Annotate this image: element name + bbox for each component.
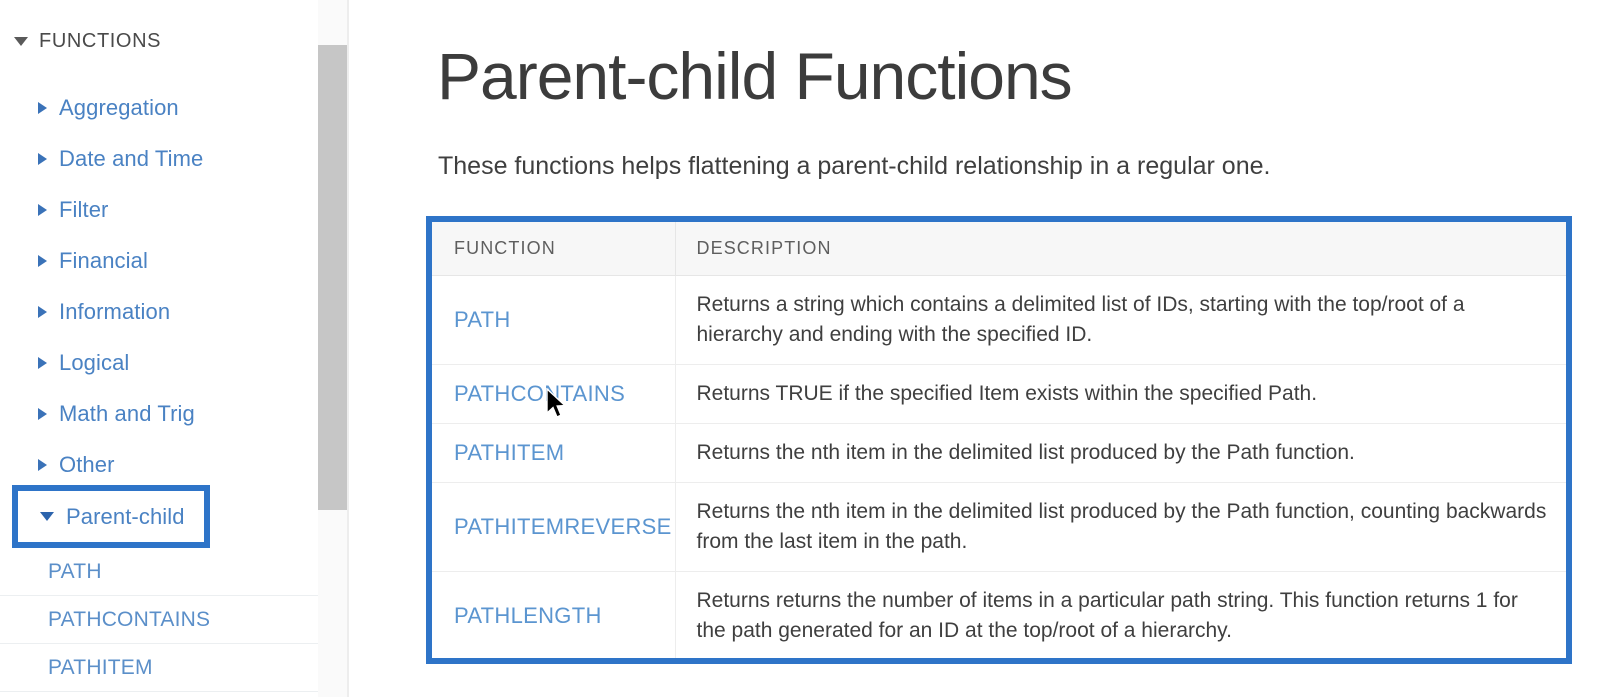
sidebar-item-math-and-trig[interactable]: Math and Trig bbox=[0, 388, 318, 439]
sidebar-item-label: Aggregation bbox=[59, 94, 179, 120]
function-description: Returns the nth item in the delimited li… bbox=[696, 441, 1355, 464]
function-name-cell: PATHITEM bbox=[432, 423, 675, 483]
page-root: FUNCTIONS Aggregation Date and Time Filt… bbox=[0, 0, 1600, 697]
sidebar-subitem-pathitem[interactable]: PATHITEM bbox=[0, 644, 318, 692]
function-description: Returns TRUE if the specified Item exist… bbox=[696, 382, 1318, 405]
table-row: PATHITEMREVERSE Returns the nth item in … bbox=[432, 482, 1566, 572]
function-description-cell: Returns a string which contains a delimi… bbox=[674, 275, 1566, 365]
function-description: Returns returns the number of items in a… bbox=[696, 589, 1518, 642]
sidebar-item-parent-child-highlight: Parent-child bbox=[12, 485, 210, 548]
sidebar-item-label: Date and Time bbox=[59, 145, 204, 171]
caret-right-icon bbox=[38, 407, 47, 420]
table-row: PATHITEM Returns the nth item in the del… bbox=[432, 423, 1566, 483]
sidebar-subitem-pathcontains[interactable]: PATHCONTAINS bbox=[0, 596, 318, 644]
caret-right-icon bbox=[38, 203, 47, 216]
sidebar-subitem-list: PATH PATHCONTAINS PATHITEM bbox=[0, 548, 318, 692]
function-name-cell: PATH bbox=[432, 275, 675, 365]
column-header-function: FUNCTION bbox=[432, 222, 675, 276]
sidebar-root-label: FUNCTIONS bbox=[39, 30, 162, 52]
function-link[interactable]: PATH bbox=[454, 307, 511, 332]
caret-right-icon bbox=[38, 152, 47, 165]
column-header-description: DESCRIPTION bbox=[674, 222, 1566, 276]
sidebar-item-financial[interactable]: Financial bbox=[0, 235, 318, 286]
function-link[interactable]: PATHLENGTH bbox=[454, 603, 602, 628]
function-description-cell: Returns returns the number of items in a… bbox=[674, 571, 1566, 658]
function-description-cell: Returns the nth item in the delimited li… bbox=[674, 482, 1566, 572]
caret-down-icon bbox=[40, 512, 54, 521]
caret-right-icon bbox=[38, 458, 47, 471]
sidebar-subitem-label: PATH bbox=[48, 559, 102, 583]
sidebar-navigation: FUNCTIONS Aggregation Date and Time Filt… bbox=[0, 0, 318, 697]
sidebar-subitem-label: PATHCONTAINS bbox=[48, 607, 211, 631]
function-description: Returns the nth item in the delimited li… bbox=[696, 500, 1547, 553]
function-link[interactable]: PATHITEM bbox=[454, 440, 564, 465]
function-description: Returns a string which contains a delimi… bbox=[696, 293, 1465, 346]
sidebar-subitem-label: PATHITEM bbox=[48, 655, 153, 679]
sidebar-item-label: Filter bbox=[59, 196, 109, 222]
sidebar-item-parent-child[interactable]: Parent-child bbox=[18, 491, 204, 542]
sidebar-item-label: Parent-child bbox=[66, 503, 185, 529]
sidebar-scrollbar-thumb[interactable] bbox=[318, 45, 347, 510]
function-name-cell: PATHLENGTH bbox=[432, 571, 675, 658]
caret-right-icon bbox=[38, 254, 47, 267]
sidebar-item-label: Other bbox=[59, 451, 115, 477]
sidebar-item-label: Math and Trig bbox=[59, 400, 195, 426]
caret-right-icon bbox=[38, 101, 47, 114]
function-description-cell: Returns the nth item in the delimited li… bbox=[674, 423, 1566, 483]
caret-down-icon bbox=[14, 37, 28, 46]
intro-paragraph: These functions helps flattening a paren… bbox=[438, 152, 1271, 180]
functions-table-highlight: FUNCTION DESCRIPTION PATH Returns a stri… bbox=[426, 216, 1572, 664]
sidebar-root-functions[interactable]: FUNCTIONS bbox=[14, 30, 161, 53]
sidebar-item-label: Information bbox=[59, 298, 171, 324]
main-content: Parent-child Functions These functions h… bbox=[349, 0, 1600, 697]
page-title: Parent-child Functions bbox=[437, 39, 1073, 114]
function-description-cell: Returns TRUE if the specified Item exist… bbox=[674, 364, 1566, 424]
table-header-row: FUNCTION DESCRIPTION bbox=[432, 222, 1566, 276]
sidebar-item-other[interactable]: Other bbox=[0, 439, 318, 490]
sidebar-category-list: Aggregation Date and Time Filter Financi… bbox=[0, 82, 318, 490]
sidebar-item-date-and-time[interactable]: Date and Time bbox=[0, 133, 318, 184]
sidebar-item-aggregation[interactable]: Aggregation bbox=[0, 82, 318, 133]
table-row: PATHCONTAINS Returns TRUE if the specifi… bbox=[432, 364, 1566, 424]
function-name-cell: PATHITEMREVERSE bbox=[432, 482, 675, 572]
sidebar-item-filter[interactable]: Filter bbox=[0, 184, 318, 235]
function-link[interactable]: PATHCONTAINS bbox=[454, 381, 625, 406]
table-row: PATHLENGTH Returns returns the number of… bbox=[432, 571, 1566, 658]
sidebar-item-logical[interactable]: Logical bbox=[0, 337, 318, 388]
functions-table: FUNCTION DESCRIPTION PATH Returns a stri… bbox=[432, 222, 1566, 658]
sidebar-item-label: Logical bbox=[59, 349, 130, 375]
function-name-cell: PATHCONTAINS bbox=[432, 364, 675, 424]
sidebar-item-information[interactable]: Information bbox=[0, 286, 318, 337]
sidebar-item-label: Financial bbox=[59, 247, 148, 273]
caret-right-icon bbox=[38, 356, 47, 369]
table-row: PATH Returns a string which contains a d… bbox=[432, 275, 1566, 365]
function-link[interactable]: PATHITEMREVERSE bbox=[454, 514, 672, 539]
sidebar-subitem-path[interactable]: PATH bbox=[0, 548, 318, 596]
caret-right-icon bbox=[38, 305, 47, 318]
